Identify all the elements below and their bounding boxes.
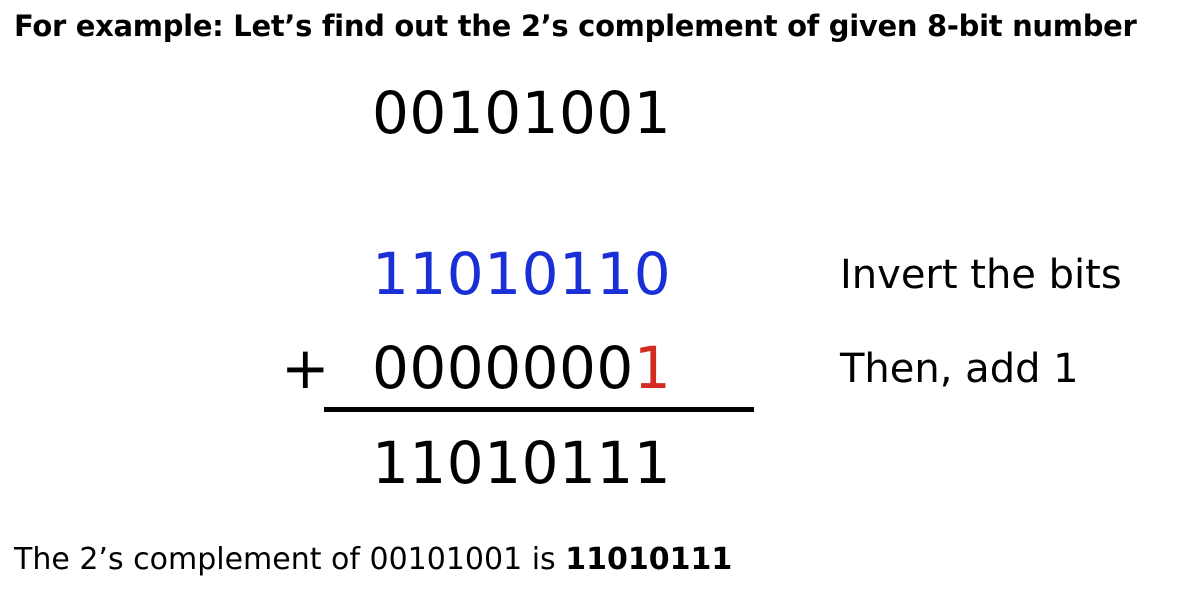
sum-line <box>324 407 754 412</box>
inverted-number: 11010110 <box>372 240 672 308</box>
original-number: 00101001 <box>372 79 672 147</box>
add-step-label: Then, add 1 <box>840 346 1079 392</box>
example-heading: For example: Let’s find out the 2’s comp… <box>14 9 1137 43</box>
result-number: 11010111 <box>372 429 672 497</box>
conclusion-is-word: is <box>522 542 566 577</box>
conclusion-sentence: The 2’s complement of 00101001 is 110101… <box>14 538 732 582</box>
addend-number: 00000001 <box>372 333 671 403</box>
plus-sign: + <box>281 334 330 402</box>
invert-step-label: Invert the bits <box>840 252 1122 298</box>
conclusion-prefix: The 2’s complement of <box>14 542 370 577</box>
conclusion-number: 00101001 <box>369 542 523 577</box>
addend-prefix: 0000000 <box>372 334 634 402</box>
conclusion-answer: 11010111 <box>565 542 733 577</box>
addend-last-bit: 1 <box>633 334 672 402</box>
